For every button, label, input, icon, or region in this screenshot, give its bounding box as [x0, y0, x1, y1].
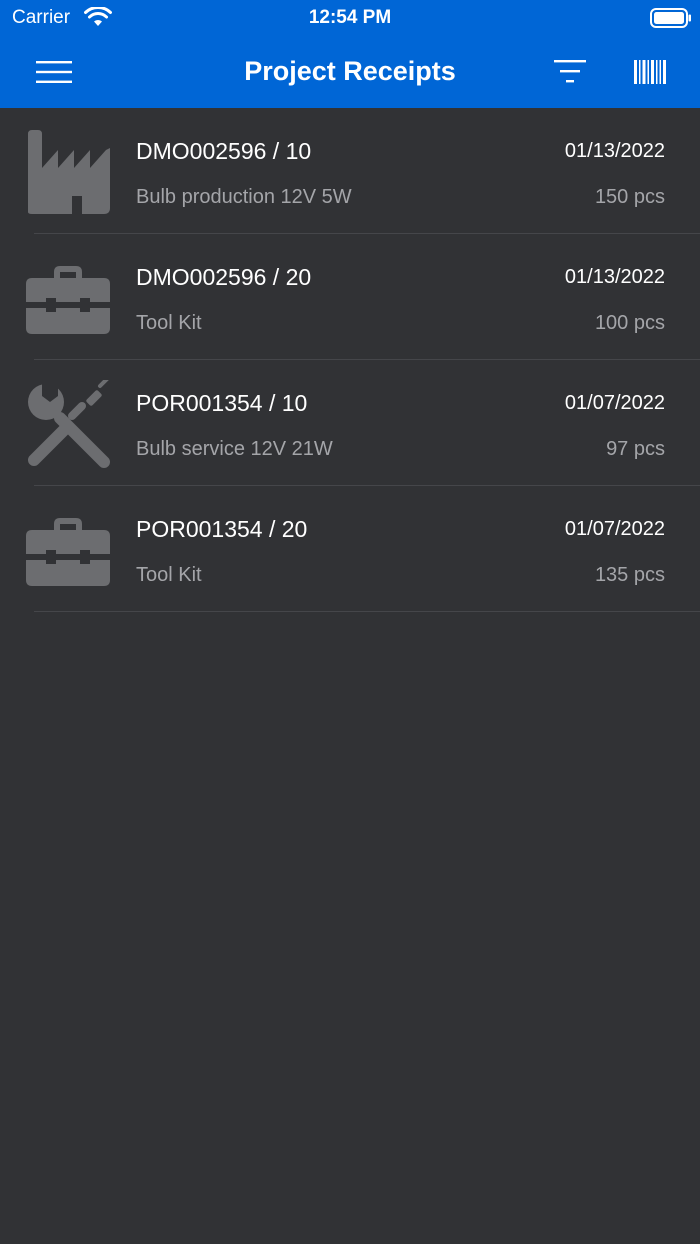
- receipts-list: DMO002596 / 10 01/13/2022 Bulb productio…: [0, 108, 700, 612]
- receipt-date: 01/13/2022: [564, 140, 665, 162]
- status-time: 12:54 PM: [308, 7, 392, 28]
- receipt-id: POR001354 / 10: [136, 390, 308, 416]
- receipt-date: 01/07/2022: [564, 518, 665, 540]
- receipt-quantity: 97 pcs: [606, 438, 665, 460]
- factory-icon: [28, 130, 110, 214]
- receipt-quantity: 135 pcs: [594, 564, 665, 586]
- receipt-row[interactable]: DMO002596 / 10 01/13/2022 Bulb productio…: [0, 108, 700, 234]
- toolbox-icon: [26, 266, 110, 334]
- receipt-id: DMO002596 / 20: [136, 264, 312, 290]
- barcode-scan-button[interactable]: [628, 50, 672, 94]
- barcode-icon: [634, 60, 666, 84]
- battery-icon: [650, 8, 691, 28]
- receipt-description: Tool Kit: [136, 564, 202, 586]
- receipt-date: 01/13/2022: [564, 266, 665, 288]
- row-divider: [34, 611, 700, 612]
- receipt-id: DMO002596 / 10: [136, 138, 312, 164]
- app-header: Carrier 12:54 PM Project Receipts: [0, 0, 700, 108]
- tools-icon: [28, 380, 110, 468]
- navigation-bar: Project Receipts: [0, 36, 700, 108]
- status-bar: Carrier 12:54 PM: [0, 0, 700, 36]
- receipt-description: Bulb service 12V 21W: [136, 438, 333, 460]
- toolbox-icon: [26, 518, 110, 586]
- receipt-description: Bulb production 12V 5W: [136, 186, 352, 208]
- receipt-row[interactable]: POR001354 / 10 01/07/2022 Bulb service 1…: [0, 360, 700, 486]
- receipt-id: POR001354 / 20: [136, 516, 308, 542]
- receipt-row[interactable]: DMO002596 / 20 01/13/2022 Tool Kit 100 p…: [0, 234, 700, 360]
- receipt-quantity: 150 pcs: [594, 186, 665, 208]
- filter-button[interactable]: [548, 50, 592, 94]
- receipt-description: Tool Kit: [136, 312, 202, 334]
- receipt-quantity: 100 pcs: [594, 312, 665, 334]
- page-title: Project Receipts: [244, 56, 456, 86]
- filter-icon: [554, 60, 586, 83]
- receipt-date: 01/07/2022: [564, 392, 665, 414]
- receipt-row[interactable]: POR001354 / 20 01/07/2022 Tool Kit 135 p…: [0, 486, 700, 612]
